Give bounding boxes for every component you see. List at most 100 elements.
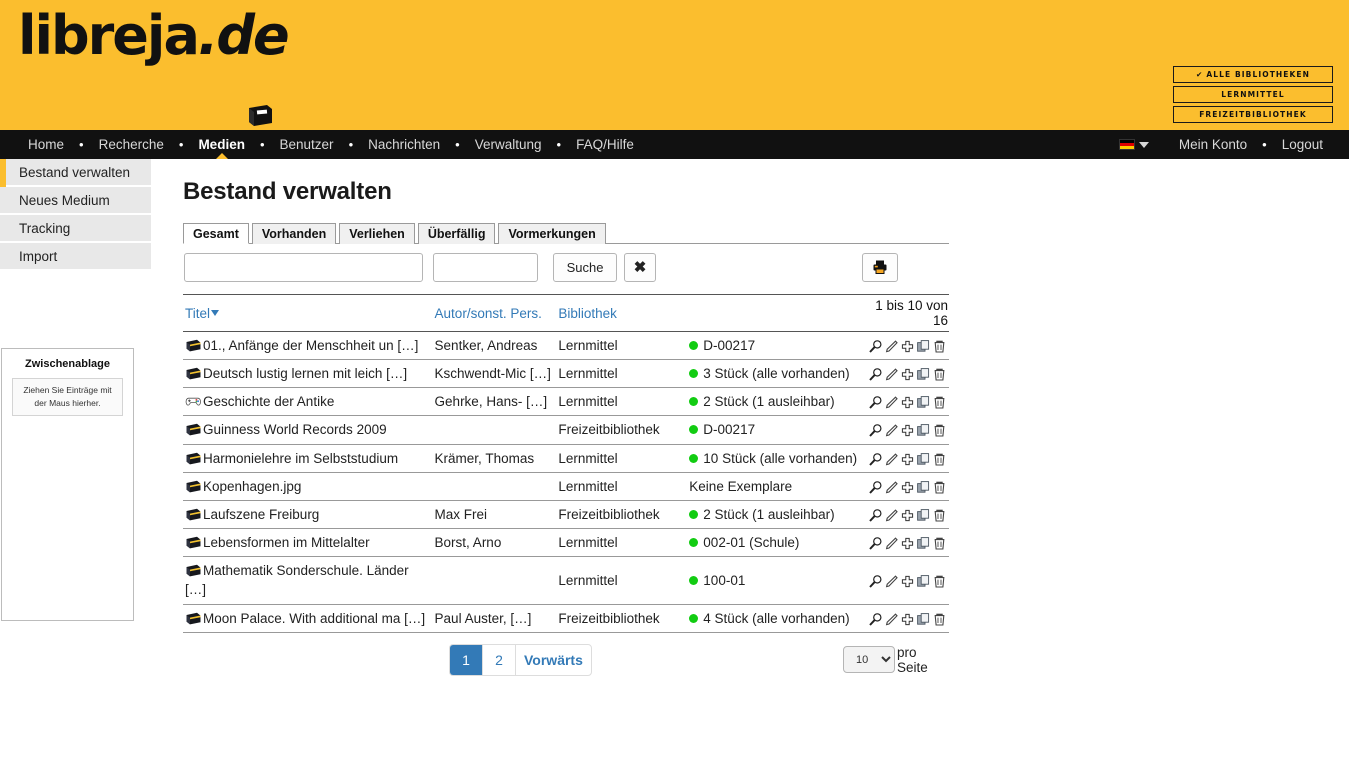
cell-title[interactable]: Laufszene Freiburg [183, 500, 433, 528]
pencil-icon[interactable] [884, 574, 899, 589]
magnifier-icon[interactable] [868, 395, 883, 410]
print-button[interactable] [862, 253, 898, 282]
table-row[interactable]: Deutsch lustig lernen mit leich […]Kschw… [183, 360, 949, 388]
cell-title[interactable]: Guinness World Records 2009 [183, 416, 433, 444]
table-row[interactable]: Laufszene FreiburgMax FreiFreizeitbiblio… [183, 500, 949, 528]
copy-icon[interactable] [916, 395, 931, 410]
search-button[interactable]: Suche [553, 253, 617, 282]
sidebar-item-tracking[interactable]: Tracking [0, 215, 151, 243]
trash-icon[interactable] [932, 480, 947, 495]
magnifier-icon[interactable] [868, 612, 883, 627]
trash-icon[interactable] [932, 423, 947, 438]
nav-item-nachrichten[interactable]: Nachrichten [358, 130, 450, 159]
magnifier-icon[interactable] [868, 367, 883, 382]
trash-icon[interactable] [932, 339, 947, 354]
plus-icon[interactable] [900, 480, 915, 495]
pencil-icon[interactable] [884, 480, 899, 495]
sidebar-item-import[interactable]: Import [0, 243, 151, 271]
nav-item-faq-hilfe[interactable]: FAQ/Hilfe [566, 130, 644, 159]
copy-icon[interactable] [916, 367, 931, 382]
pencil-icon[interactable] [884, 452, 899, 467]
cell-title[interactable]: Deutsch lustig lernen mit leich […] [183, 360, 433, 388]
copy-icon[interactable] [916, 339, 931, 354]
sort-descending-icon[interactable] [211, 310, 219, 316]
plus-icon[interactable] [900, 508, 915, 523]
magnifier-icon[interactable] [868, 339, 883, 354]
search-input-secondary[interactable] [433, 253, 538, 282]
copy-icon[interactable] [916, 452, 931, 467]
tab-vorhanden[interactable]: Vorhanden [252, 223, 336, 244]
tab-ueberfaellig[interactable]: Überfällig [418, 223, 496, 244]
table-row[interactable]: Harmonielehre im SelbststudiumKrämer, Th… [183, 444, 949, 472]
table-row[interactable]: 01., Anfänge der Menschheit un […]Sentke… [183, 332, 949, 360]
plus-icon[interactable] [900, 536, 915, 551]
cell-title[interactable]: Mathematik Sonderschule. Länder […] [183, 557, 433, 604]
tab-verliehen[interactable]: Verliehen [339, 223, 415, 244]
table-row[interactable]: Geschichte der AntikeGehrke, Hans- […]Le… [183, 388, 949, 416]
plus-icon[interactable] [900, 612, 915, 627]
plus-icon[interactable] [900, 367, 915, 382]
magnifier-icon[interactable] [868, 423, 883, 438]
nav-item-mein-konto[interactable]: Mein Konto [1169, 130, 1257, 159]
clipboard-dropzone[interactable]: Ziehen Sie Einträge mit der Maus hierher… [12, 378, 123, 416]
cell-title[interactable]: Lebensformen im Mittelalter [183, 529, 433, 557]
table-row[interactable]: Guinness World Records 2009Freizeitbibli… [183, 416, 949, 444]
trash-icon[interactable] [932, 367, 947, 382]
magnifier-icon[interactable] [868, 452, 883, 467]
copy-icon[interactable] [916, 480, 931, 495]
pencil-icon[interactable] [884, 367, 899, 382]
site-logo[interactable]: libreja.de [18, 6, 288, 65]
table-row[interactable]: Lebensformen im MittelalterBorst, ArnoLe… [183, 529, 949, 557]
trash-icon[interactable] [932, 395, 947, 410]
library-button-freizeitbibliothek[interactable]: FREIZEITBIBLIOTHEK [1173, 106, 1333, 123]
cell-title[interactable]: Harmonielehre im Selbststudium [183, 444, 433, 472]
tab-vormerkungen[interactable]: Vormerkungen [498, 223, 605, 244]
pencil-icon[interactable] [884, 339, 899, 354]
nav-item-logout[interactable]: Logout [1272, 130, 1333, 159]
pencil-icon[interactable] [884, 536, 899, 551]
nav-item-benutzer[interactable]: Benutzer [270, 130, 344, 159]
page-button-2[interactable]: 2 [483, 645, 516, 675]
german-flag-icon[interactable] [1119, 139, 1135, 150]
library-button-alle-bibliotheken[interactable]: ✔ALLE BIBLIOTHEKEN [1173, 66, 1333, 83]
table-row[interactable]: Kopenhagen.jpgLernmittelKeine Exemplare [183, 472, 949, 500]
plus-icon[interactable] [900, 423, 915, 438]
plus-icon[interactable] [900, 395, 915, 410]
plus-icon[interactable] [900, 574, 915, 589]
magnifier-icon[interactable] [868, 480, 883, 495]
trash-icon[interactable] [932, 536, 947, 551]
pencil-icon[interactable] [884, 612, 899, 627]
magnifier-icon[interactable] [868, 574, 883, 589]
per-page-select[interactable]: 102050100 [843, 646, 895, 673]
cell-title[interactable]: 01., Anfänge der Menschheit un […] [183, 332, 433, 360]
nav-item-verwaltung[interactable]: Verwaltung [465, 130, 552, 159]
copy-icon[interactable] [916, 574, 931, 589]
nav-item-medien[interactable]: Medien [188, 130, 255, 159]
trash-icon[interactable] [932, 508, 947, 523]
table-row[interactable]: Moon Palace. With additional ma […]Paul … [183, 604, 949, 632]
copy-icon[interactable] [916, 508, 931, 523]
magnifier-icon[interactable] [868, 508, 883, 523]
search-input-primary[interactable] [184, 253, 423, 282]
pencil-icon[interactable] [884, 395, 899, 410]
cell-title[interactable]: Geschichte der Antike [183, 388, 433, 416]
clear-search-button[interactable]: ✖ [624, 253, 656, 282]
copy-icon[interactable] [916, 423, 931, 438]
page-button-1[interactable]: 1 [450, 645, 483, 675]
column-header-title[interactable]: Titel [183, 295, 433, 332]
copy-icon[interactable] [916, 536, 931, 551]
chevron-down-icon[interactable] [1139, 142, 1149, 148]
trash-icon[interactable] [932, 574, 947, 589]
plus-icon[interactable] [900, 339, 915, 354]
plus-icon[interactable] [900, 452, 915, 467]
trash-icon[interactable] [932, 612, 947, 627]
column-header-author[interactable]: Autor/sonst. Pers. [433, 295, 557, 332]
cell-title[interactable]: Moon Palace. With additional ma […] [183, 604, 433, 632]
nav-item-recherche[interactable]: Recherche [89, 130, 174, 159]
library-button-lernmittel[interactable]: LERNMITTEL [1173, 86, 1333, 103]
sidebar-item-neues-medium[interactable]: Neues Medium [0, 187, 151, 215]
pencil-icon[interactable] [884, 423, 899, 438]
trash-icon[interactable] [932, 452, 947, 467]
copy-icon[interactable] [916, 612, 931, 627]
table-row[interactable]: Mathematik Sonderschule. Länder […]Lernm… [183, 557, 949, 604]
